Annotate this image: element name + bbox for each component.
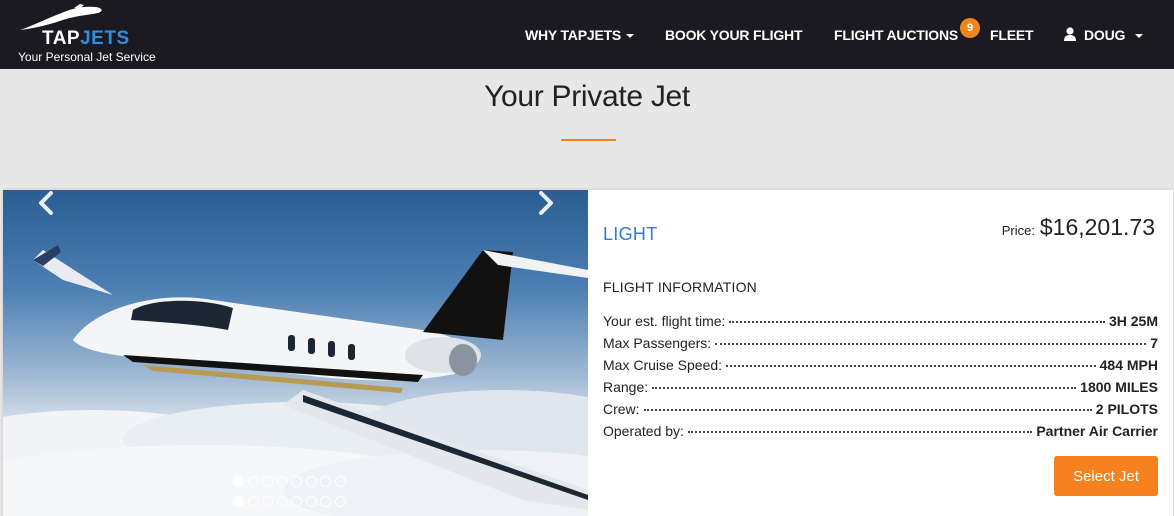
- spec-value: 3H 25M: [1108, 313, 1158, 329]
- user-name: DOUG: [1084, 27, 1126, 43]
- logo-jets: JETS: [80, 28, 130, 49]
- carousel-dot[interactable]: [247, 476, 259, 487]
- select-jet-button[interactable]: Select Jet: [1054, 456, 1158, 496]
- thumbnail-dot[interactable]: [262, 496, 273, 507]
- flight-info-heading: FLIGHT INFORMATION: [603, 279, 757, 295]
- nav-user-menu[interactable]: DOUG: [1064, 27, 1144, 43]
- dotted-leader: [687, 431, 1033, 433]
- logo-tap: TAP: [42, 28, 81, 49]
- spec-label: Operated by:: [603, 423, 684, 439]
- thumbnail-dot[interactable]: [320, 496, 331, 507]
- chevron-left-icon[interactable]: [37, 190, 55, 216]
- nav-why-tapjets[interactable]: WHY TAPJETS: [525, 27, 635, 43]
- spec-label: Crew:: [603, 401, 640, 417]
- spec-max-passengers: Max Passengers: 7: [603, 335, 1158, 353]
- logo-tagline: Your Personal Jet Service: [18, 50, 156, 64]
- tapjets-logo[interactable]: TAPJETS Your Personal Jet Service: [18, 4, 178, 64]
- spec-range: Range: 1800 MILES: [603, 379, 1158, 397]
- thumbnail-dot[interactable]: [247, 496, 259, 507]
- dotted-leader: [726, 365, 1096, 367]
- carousel-dot[interactable]: [276, 476, 288, 487]
- carousel-dot[interactable]: [233, 476, 244, 487]
- dotted-leader: [715, 343, 1147, 345]
- carousel-dot[interactable]: [334, 476, 346, 487]
- title-divider: [561, 139, 616, 141]
- spec-value: 1800 MILES: [1080, 379, 1158, 395]
- carousel-dot[interactable]: [305, 476, 317, 487]
- carousel-dot[interactable]: [262, 476, 273, 487]
- chevron-right-icon[interactable]: [537, 190, 555, 216]
- page-title: Your Private Jet: [484, 80, 690, 113]
- caret-down-icon: [626, 34, 635, 39]
- dotted-leader: [643, 409, 1092, 411]
- spec-value: 7: [1150, 335, 1158, 351]
- nav-fleet[interactable]: FLEET: [990, 27, 1034, 43]
- carousel-dot[interactable]: [320, 476, 331, 487]
- spec-cruise-speed: Max Cruise Speed: 484 MPH: [603, 357, 1158, 375]
- nav-why-label: WHY TAPJETS: [525, 27, 622, 43]
- spec-label: Max Passengers:: [603, 335, 712, 351]
- thumbnail-dot[interactable]: [233, 496, 244, 507]
- spec-crew: Crew: 2 PILOTS: [603, 401, 1158, 419]
- thumbnail-dot[interactable]: [276, 496, 288, 507]
- top-navbar: TAPJETS Your Personal Jet Service WHY TA…: [0, 0, 1174, 69]
- carousel-dot[interactable]: [291, 476, 302, 487]
- price-label: Price:: [1001, 223, 1035, 238]
- user-icon: [1064, 27, 1076, 41]
- thumbnail-dot[interactable]: [291, 496, 302, 507]
- thumbnail-dot[interactable]: [334, 496, 346, 507]
- dotted-leader: [729, 321, 1105, 323]
- dotted-leader: [652, 387, 1077, 389]
- jet-card: LIGHT Price: $16,201.73 FLIGHT INFORMATI…: [3, 190, 1173, 516]
- caret-down-icon: [1135, 34, 1144, 39]
- nav-book-flight[interactable]: BOOK YOUR FLIGHT: [665, 27, 803, 43]
- thumbnail-indicators: [233, 496, 346, 508]
- jet-price: $16,201.73: [1039, 214, 1155, 240]
- spec-value: Partner Air Carrier: [1036, 423, 1158, 439]
- carousel-indicators: [233, 476, 346, 488]
- spec-flight-time: Your est. flight time: 3H 25M: [603, 313, 1158, 331]
- spec-value: 2 PILOTS: [1095, 401, 1158, 417]
- nav-flight-auctions[interactable]: FLIGHT AUCTIONS: [834, 27, 958, 43]
- spec-label: Your est. flight time:: [603, 313, 726, 329]
- jet-info-panel: LIGHT Price: $16,201.73 FLIGHT INFORMATI…: [588, 190, 1173, 516]
- private-jet-image: [3, 245, 588, 516]
- jet-photo-carousel: [3, 190, 588, 516]
- spec-value: 484 MPH: [1099, 357, 1158, 373]
- auctions-count-badge: 9: [960, 18, 980, 38]
- thumbnail-dot[interactable]: [305, 496, 317, 507]
- spec-label: Max Cruise Speed:: [603, 357, 723, 373]
- spec-label: Range:: [603, 379, 649, 395]
- spec-operator: Operated by: Partner Air Carrier: [603, 423, 1158, 441]
- logo-wordmark: TAPJETS: [42, 28, 130, 50]
- jet-category: LIGHT: [603, 224, 658, 244]
